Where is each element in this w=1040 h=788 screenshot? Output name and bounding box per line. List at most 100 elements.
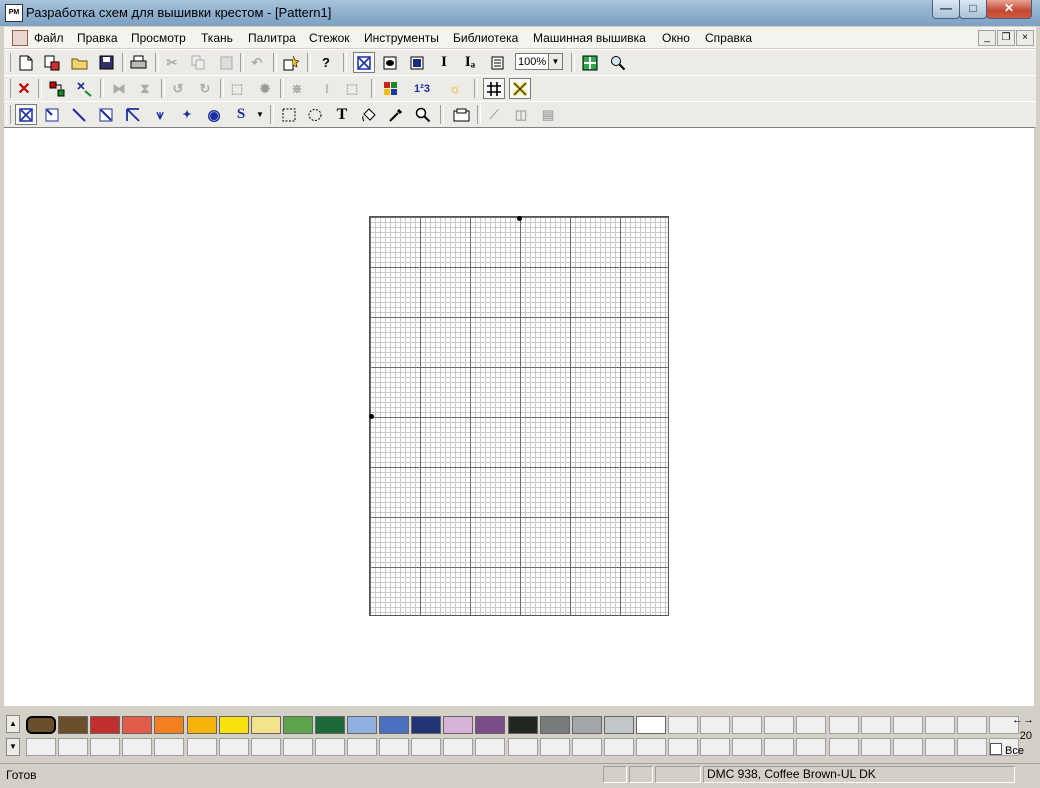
pattern-grid[interactable]	[369, 216, 669, 616]
palette-empty-slot[interactable]	[764, 716, 795, 734]
flip-vertical-icon[interactable]: ⧗	[134, 78, 156, 99]
mirror-icon[interactable]: ⋇	[286, 78, 308, 99]
palette-empty-slot[interactable]	[443, 738, 474, 756]
menu-palette[interactable]: Палитра	[248, 31, 296, 45]
gear-icon[interactable]: ✹	[254, 78, 276, 99]
palette-scroll-down-icon[interactable]: ▼	[6, 738, 20, 756]
new-from-image-icon[interactable]	[41, 52, 63, 73]
palette-empty-slot[interactable]	[379, 738, 410, 756]
palette-swatch[interactable]	[443, 716, 474, 734]
open-icon[interactable]	[68, 52, 90, 73]
layers-icon[interactable]: ▤	[537, 104, 559, 125]
checkbox-icon[interactable]	[990, 743, 1002, 755]
menu-machine-embroidery[interactable]: Машинная вышивка	[533, 31, 646, 45]
frame-icon[interactable]: ⬚	[341, 78, 363, 99]
palette-swatch[interactable]	[411, 716, 442, 734]
palette-empty-slot[interactable]	[892, 738, 923, 756]
print-icon[interactable]	[127, 52, 149, 73]
menu-library[interactable]: Библиотека	[453, 31, 518, 45]
numbering-icon[interactable]: 1²3	[411, 78, 433, 99]
symbol-view-icon[interactable]	[379, 52, 401, 73]
palette-empty-slot[interactable]	[571, 738, 602, 756]
rotate-left-icon[interactable]: ↺	[167, 78, 189, 99]
palette-swatch[interactable]	[507, 716, 538, 734]
palette-swatch[interactable]	[314, 716, 345, 734]
app-icon[interactable]: PM	[5, 4, 23, 22]
palette-empty-slot[interactable]	[26, 738, 56, 756]
palette-empty-slot[interactable]	[668, 716, 698, 734]
french-knot-icon[interactable]: ✦	[176, 104, 198, 125]
palette-swatch[interactable]	[635, 716, 666, 734]
show-all-checkbox[interactable]: Все	[990, 743, 1024, 757]
palette-empty-slot[interactable]	[956, 716, 987, 734]
palette-empty-slot[interactable]	[860, 738, 891, 756]
half-stitch-icon[interactable]	[41, 104, 63, 125]
menu-stitch[interactable]: Стежок	[309, 31, 350, 45]
palette-swatch[interactable]	[122, 716, 153, 734]
current-color-swatch[interactable]	[26, 716, 56, 734]
palette-empty-slot[interactable]	[860, 716, 891, 734]
fill-tool-icon[interactable]	[358, 104, 380, 125]
palette-swatch[interactable]	[475, 716, 506, 734]
cross-icon[interactable]	[509, 78, 531, 99]
flip-horizontal-icon[interactable]: ⧓	[108, 78, 130, 99]
chevron-down-icon[interactable]: ▼	[548, 54, 562, 69]
palette-empty-slot[interactable]	[796, 716, 827, 734]
palette-swatch[interactable]	[58, 716, 89, 734]
palette-nav-arrows[interactable]: ←→	[1002, 714, 1034, 726]
maximize-button[interactable]: □	[959, 0, 987, 19]
palette-swatch[interactable]	[90, 716, 121, 734]
palette-empty-slot[interactable]	[892, 716, 923, 734]
zoom-select[interactable]: 100% ▼	[515, 53, 563, 70]
quarter-stitch-icon[interactable]	[68, 104, 90, 125]
palette-empty-slot[interactable]	[411, 738, 442, 756]
palette-empty-slot[interactable]	[732, 716, 763, 734]
palette-empty-slot[interactable]	[314, 738, 345, 756]
title-bar[interactable]: PM Разработка схем для вышивки крестом -…	[0, 0, 1040, 26]
fit-icon[interactable]	[579, 52, 601, 73]
palette-empty-slot[interactable]	[154, 738, 185, 756]
palette-empty-slot[interactable]	[539, 738, 570, 756]
paste-icon[interactable]	[215, 52, 237, 73]
palette-swatch[interactable]	[154, 716, 185, 734]
swap-icon[interactable]	[73, 78, 95, 99]
palette-empty-slot[interactable]	[700, 716, 731, 734]
eyedropper-icon[interactable]	[385, 104, 407, 125]
undo-icon[interactable]: ↶	[246, 52, 268, 73]
rect-select-icon[interactable]	[278, 104, 300, 125]
mdi-minimize-button[interactable]: _	[978, 30, 996, 46]
palette-swatch[interactable]	[379, 716, 410, 734]
palette-empty-slot[interactable]	[924, 716, 955, 734]
copy-icon[interactable]	[187, 52, 209, 73]
full-stitch-icon[interactable]	[15, 104, 37, 125]
magnifier-icon[interactable]	[412, 104, 434, 125]
select-all-icon[interactable]: ⬚	[226, 78, 248, 99]
half-icon[interactable]: ⧘	[316, 78, 338, 99]
full-cross-view-icon[interactable]	[353, 52, 375, 73]
backstitch-icon[interactable]	[122, 104, 144, 125]
palette-empty-slot[interactable]	[250, 738, 281, 756]
bead-icon[interactable]: ◉	[203, 104, 225, 125]
palette-empty-slot[interactable]	[732, 738, 763, 756]
block-view-icon[interactable]	[406, 52, 428, 73]
menu-view[interactable]: Просмотр	[131, 31, 186, 45]
palette-swatch[interactable]	[218, 716, 249, 734]
palette-empty-slot[interactable]	[507, 738, 538, 756]
long-stitch-icon[interactable]: ⩛	[149, 104, 171, 125]
palette-empty-slot[interactable]	[764, 738, 795, 756]
palette-swatch[interactable]	[250, 716, 281, 734]
palette-empty-slot[interactable]	[218, 738, 249, 756]
cut-icon[interactable]: ✂	[161, 52, 183, 73]
special-stitch-icon[interactable]: S	[230, 104, 252, 125]
delete-icon[interactable]: ✕	[13, 78, 35, 99]
sun-icon[interactable]: ☼	[444, 78, 466, 99]
mdi-close-button[interactable]: ×	[1016, 30, 1034, 46]
palette-empty-slot[interactable]	[90, 738, 121, 756]
insert-icon[interactable]	[280, 52, 302, 73]
toolbar-grip[interactable]	[6, 79, 11, 98]
text-view-icon[interactable]: Iₐ	[459, 52, 481, 73]
list-icon[interactable]	[486, 52, 508, 73]
palette-swatch[interactable]	[186, 716, 217, 734]
palette-swatch[interactable]	[347, 716, 377, 734]
new-icon[interactable]	[15, 52, 37, 73]
